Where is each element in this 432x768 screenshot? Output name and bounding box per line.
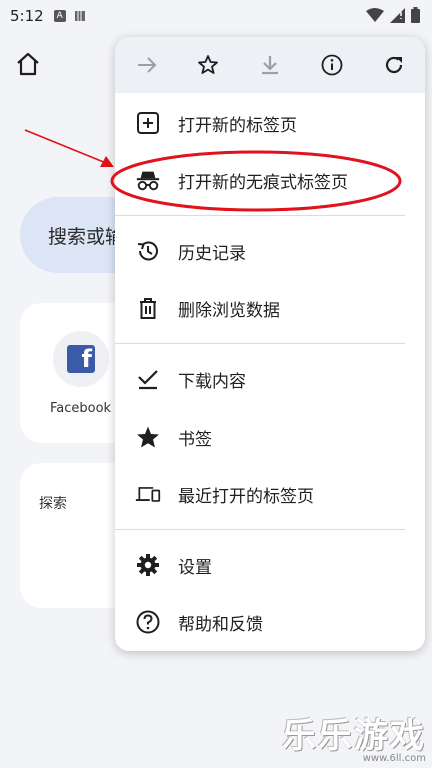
home-button[interactable]: [14, 50, 42, 78]
forward-button[interactable]: [133, 51, 161, 79]
devices-icon: [135, 481, 161, 507]
watermark-text: 乐乐游戏: [282, 716, 426, 756]
app-notification-icon: A: [53, 10, 66, 22]
menu-item-label: 下载内容: [178, 371, 246, 392]
download-icon: [135, 366, 161, 392]
status-icons: [366, 7, 420, 23]
wifi-icon: [366, 7, 384, 22]
shortcut-facebook[interactable]: f: [53, 331, 109, 387]
facebook-icon: f: [67, 345, 95, 373]
status-bar: 5:12 A: [0, 0, 432, 32]
menu-item-label: 帮助和反馈: [178, 614, 263, 635]
book-notification-icon: [74, 11, 85, 21]
annotation-arrow-icon: [24, 129, 114, 167]
menu-item-label: 最近打开的标签页: [178, 486, 314, 507]
download-disabled-icon: [262, 56, 278, 75]
reload-button[interactable]: [380, 51, 408, 79]
signal-icon: [390, 7, 405, 23]
history-icon: [135, 238, 161, 264]
menu-item-label: 打开新的标签页: [178, 115, 297, 136]
menu-item-history[interactable]: 历史记录: [115, 225, 425, 277]
incognito-icon: [135, 167, 161, 193]
menu-item-label: 打开新的无痕式标签页: [178, 172, 348, 193]
menu-item-label: 书签: [178, 429, 212, 450]
explore-label: 探索: [39, 496, 67, 512]
menu-item-new-incognito-tab[interactable]: 打开新的无痕式标签页: [115, 154, 425, 206]
menu-item-help-feedback[interactable]: 帮助和反馈: [115, 596, 425, 648]
trash-icon: [135, 295, 161, 321]
battery-icon: [411, 7, 420, 23]
help-icon: [135, 609, 161, 635]
star-icon: [135, 424, 161, 450]
forward-arrow-icon: [138, 57, 157, 73]
menu-toolbar: [115, 37, 425, 93]
download-page-button[interactable]: [256, 51, 284, 79]
menu-item-label: 历史记录: [178, 243, 246, 264]
menu-item-bookmarks[interactable]: 书签: [115, 411, 425, 463]
menu-item-settings[interactable]: 设置: [115, 539, 425, 591]
star-outline-icon: [198, 55, 218, 74]
add-box-icon: [135, 110, 161, 136]
menu-item-downloads[interactable]: 下载内容: [115, 353, 425, 405]
menu-item-recent-tabs[interactable]: 最近打开的标签页: [115, 468, 425, 520]
bookmark-star-button[interactable]: [194, 51, 222, 79]
status-time: 5:12: [10, 7, 44, 25]
menu-divider: [115, 529, 405, 530]
watermark: 乐乐游戏 www.6ll.com: [282, 708, 426, 764]
home-icon: [17, 52, 39, 76]
menu-item-label: 设置: [178, 557, 212, 578]
info-icon: [321, 54, 343, 76]
overflow-menu: 打开新的标签页 打开新的无痕式标签页 历史记录 删除浏览数据 下载内容 书签 最…: [115, 37, 425, 651]
menu-divider: [115, 215, 405, 216]
page-info-button[interactable]: [318, 51, 346, 79]
menu-divider: [115, 343, 405, 344]
menu-item-clear-browsing-data[interactable]: 删除浏览数据: [115, 282, 425, 334]
menu-item-new-tab[interactable]: 打开新的标签页: [115, 97, 425, 149]
shortcut-label: Facebook: [50, 401, 112, 416]
menu-item-label: 删除浏览数据: [178, 300, 280, 321]
gear-icon: [135, 552, 161, 578]
refresh-icon: [385, 56, 403, 74]
